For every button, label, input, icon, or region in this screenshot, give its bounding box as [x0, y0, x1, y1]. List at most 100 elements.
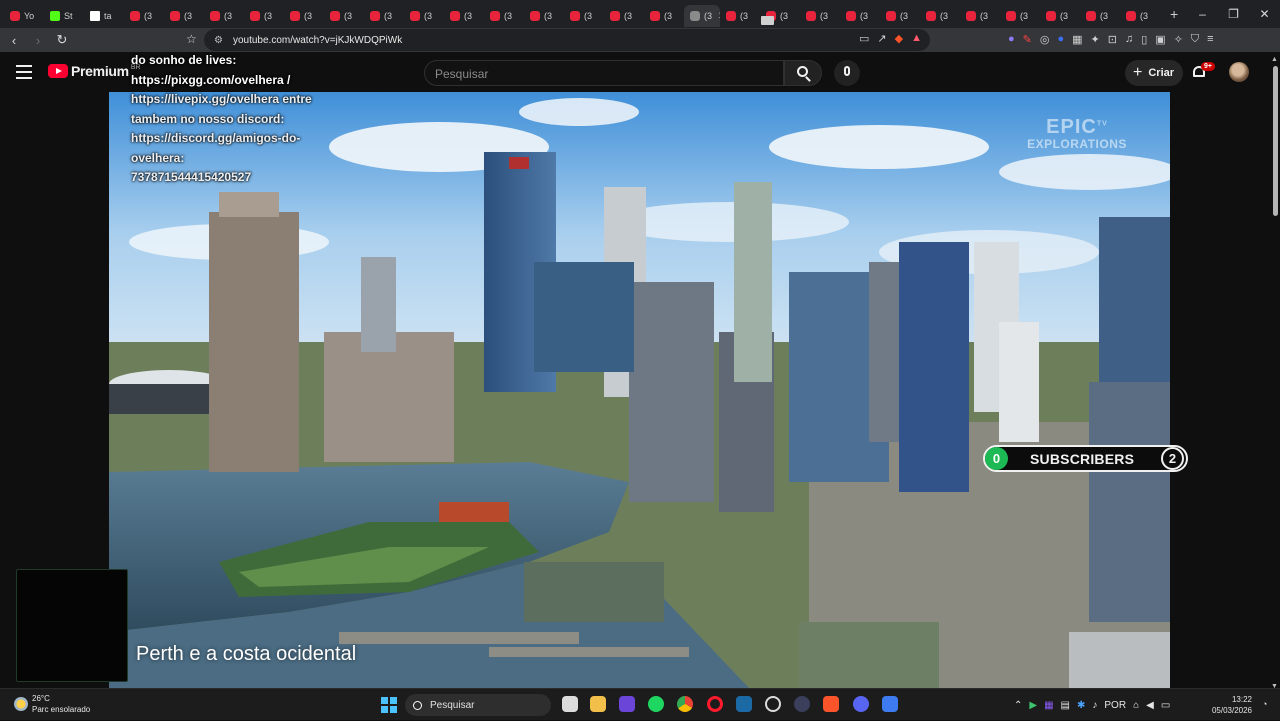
spotify-icon[interactable] [648, 696, 664, 712]
leo-ai-icon[interactable]: ✧ [1174, 33, 1183, 46]
back-icon[interactable]: ‹ [4, 33, 24, 48]
tab-title: (3 [144, 11, 153, 21]
apps-icon[interactable] [619, 696, 635, 712]
wifi-icon[interactable]: ⌂ [1133, 700, 1139, 711]
browser-tab[interactable]: (3 [840, 5, 880, 27]
browser-tab[interactable]: (3 [284, 5, 324, 27]
browser-tab[interactable]: (3 [164, 5, 204, 27]
wallet-icon[interactable]: ▣ [1155, 33, 1165, 46]
sidebar-icon[interactable]: ▯ [1141, 33, 1147, 46]
browser-tab[interactable]: (3 [1000, 5, 1040, 27]
scroll-up-icon[interactable]: ▲ [1271, 56, 1278, 63]
chrome-icon[interactable] [677, 696, 693, 712]
browser-tab[interactable]: (3 [244, 5, 284, 27]
browser-tab[interactable]: Yo [4, 5, 44, 27]
voice-search-button[interactable] [834, 60, 860, 86]
taskbar-clock[interactable]: 13:22 05/03/2026 [1206, 694, 1252, 716]
search-icon [413, 700, 422, 710]
browser-tab[interactable]: (3 [880, 5, 920, 27]
youtube-logo[interactable]: Premium BR [48, 63, 141, 79]
forward-icon[interactable]: › [28, 33, 48, 48]
brave-rewards-icon[interactable]: ▲ [911, 32, 922, 45]
tab-title: (3 [264, 11, 273, 21]
create-button[interactable]: + Criar [1125, 60, 1183, 86]
microphone-icon[interactable]: ♪ [1092, 700, 1097, 711]
browser-tab[interactable]: (3 [444, 5, 484, 27]
chat-line: 737871544415420527 [131, 170, 252, 184]
search-input[interactable]: Pesquisar [424, 60, 784, 86]
tray-green-icon[interactable]: ▶ [1029, 700, 1037, 711]
browser-tab[interactable]: (3 [1120, 5, 1160, 27]
site-info-icon[interactable]: ⚙ [214, 35, 223, 46]
browser-tab[interactable]: (3 [364, 5, 404, 27]
browser-tab[interactable]: (3 [324, 5, 364, 27]
browser-menu-icon[interactable]: ≡ [1207, 33, 1213, 46]
extension-blue-icon[interactable]: ● [1057, 33, 1064, 46]
search-button[interactable] [784, 60, 822, 86]
browser-tab[interactable]: (3 [920, 5, 960, 27]
obs-icon[interactable] [765, 696, 781, 712]
extension-gamepad-icon[interactable]: ◎ [1040, 33, 1050, 46]
app2-icon[interactable] [882, 696, 898, 712]
browser-tab[interactable]: (3 [1040, 5, 1080, 27]
vpn-icon[interactable]: ⛉ [1191, 33, 1199, 46]
youtube-icon [926, 11, 936, 21]
volume-icon[interactable]: ◀ [1146, 700, 1154, 711]
language-indicator[interactable]: POR [1104, 700, 1126, 711]
tray-purple-icon[interactable]: ▦ [1044, 700, 1053, 711]
hamburger-menu-icon[interactable] [16, 65, 32, 79]
browser-tab[interactable]: (3 [960, 5, 1000, 27]
browser-tab[interactable]: (3 [484, 5, 524, 27]
share-icon[interactable]: ↗ [877, 32, 886, 45]
browser-tab[interactable]: (3 [124, 5, 164, 27]
browser-tab[interactable]: (3 [204, 5, 244, 27]
weather-widget[interactable]: 26°C Parc ensolarado [14, 693, 90, 715]
extension-qr-icon[interactable]: ▦ [1072, 33, 1082, 46]
bluetooth-icon[interactable]: ✱ [1077, 700, 1085, 711]
close-window-button[interactable]: ✕ [1249, 0, 1280, 28]
browser-tab[interactable]: (3 [720, 5, 760, 27]
notification-center-icon[interactable]: ◔ [1262, 699, 1267, 709]
youtube-icon [330, 11, 340, 21]
app-icon[interactable] [794, 696, 810, 712]
extension-red-icon[interactable]: ✎ [1023, 33, 1032, 46]
media-icon[interactable]: ♫ [1125, 33, 1133, 46]
brave-icon[interactable] [823, 696, 839, 712]
address-bar[interactable]: ⚙ youtube.com/watch?v=jKJkWDQPiWk ▭ ↗ ◆ … [204, 29, 930, 51]
extension-purple-icon[interactable]: ● [1008, 33, 1015, 46]
browser-tab[interactable]: (3 [800, 5, 840, 27]
browser-tab[interactable]: (3 [524, 5, 564, 27]
tray-network-icon[interactable]: ▤ [1061, 700, 1070, 711]
steam-icon[interactable] [736, 696, 752, 712]
discord-icon[interactable] [853, 696, 869, 712]
opera-icon[interactable] [707, 696, 723, 712]
battery-icon[interactable]: ▭ [1161, 700, 1170, 711]
browser-tab[interactable]: (3 [644, 5, 684, 27]
browser-tab[interactable]: (3 [604, 5, 644, 27]
screenshot-icon[interactable]: ⊡ [1108, 33, 1117, 46]
task-view-icon[interactable] [562, 696, 578, 712]
browser-tab[interactable]: (3 [404, 5, 444, 27]
browser-tab[interactable]: (3 [564, 5, 604, 27]
browser-tab[interactable]: ta [84, 5, 124, 27]
taskbar-search[interactable]: Pesquisar [405, 694, 551, 716]
bookmark-icon[interactable]: ☆ [186, 32, 197, 46]
new-tab-button[interactable]: + [1170, 6, 1178, 22]
windows-start-icon[interactable] [381, 697, 397, 713]
extensions-puzzle-icon[interactable]: ✦ [1091, 33, 1100, 46]
page-scrollbar[interactable]: ▲ ▼ [1270, 56, 1280, 690]
cast-icon[interactable]: ▭ [859, 32, 869, 45]
minimize-button[interactable]: – [1187, 0, 1218, 28]
url-text[interactable]: youtube.com/watch?v=jKJkWDQPiWk [233, 35, 402, 46]
browser-tab[interactable]: (3 [1080, 5, 1120, 27]
keyboard-icon[interactable] [761, 16, 774, 25]
user-avatar[interactable] [1229, 62, 1249, 82]
browser-tab[interactable]: (3✕ [684, 5, 720, 27]
scrollbar-thumb[interactable] [1273, 66, 1278, 216]
file-explorer-icon[interactable] [590, 696, 606, 712]
reload-icon[interactable]: ↻ [52, 32, 72, 48]
maximize-button[interactable]: ❐ [1218, 0, 1249, 28]
tray-overflow-icon[interactable]: ⌃ [1014, 700, 1022, 711]
browser-tab[interactable]: St [44, 5, 84, 27]
brave-shields-icon[interactable]: ◆ [895, 32, 903, 45]
